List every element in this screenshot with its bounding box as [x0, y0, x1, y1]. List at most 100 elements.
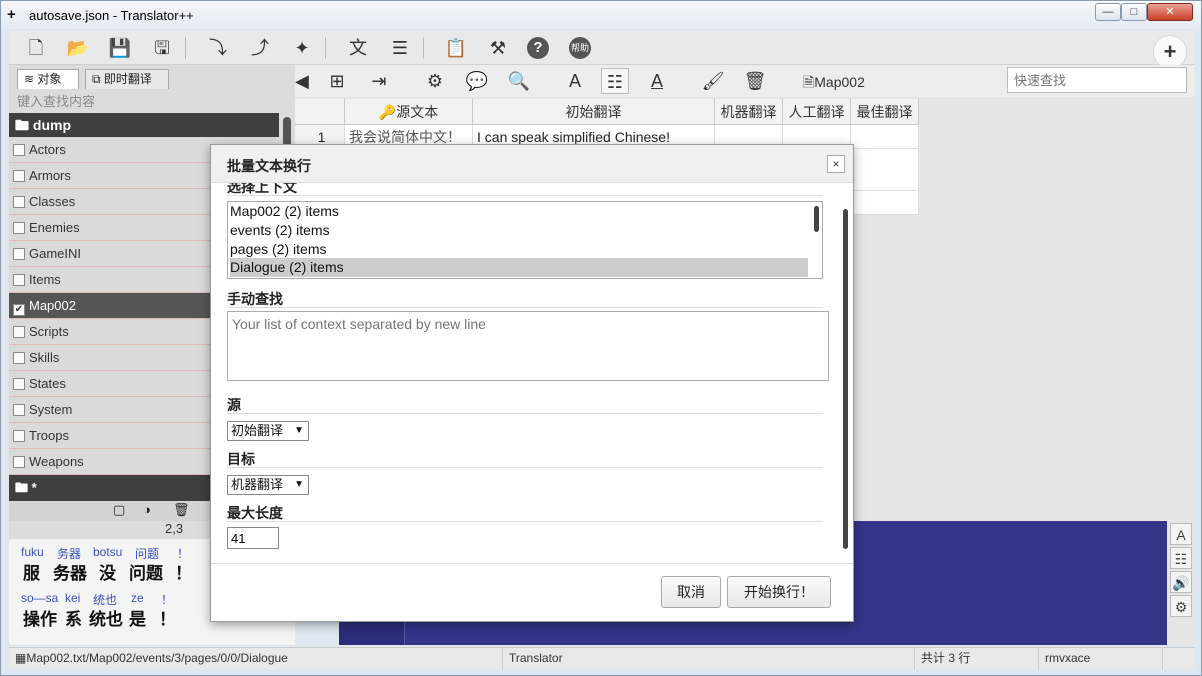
tree-item-label: Armors [29, 168, 71, 183]
checkbox[interactable] [13, 378, 25, 390]
help-icon[interactable]: ? [527, 37, 549, 59]
open-folder-icon[interactable]: 📂 [65, 35, 91, 61]
folder-dump[interactable]: 🖿 dump [9, 113, 279, 137]
checkbox[interactable] [13, 144, 25, 156]
grid-header-best[interactable]: 最佳翻译 [851, 99, 919, 125]
target-select[interactable]: 机器翻译 ▼ [227, 475, 309, 495]
translate-icon[interactable]: 文 [345, 35, 371, 61]
checkbox-checked[interactable]: ✔ [13, 304, 25, 316]
context-option[interactable]: pages (2) items [230, 240, 808, 259]
new-file-icon[interactable]: 🗋 [23, 35, 49, 61]
grid-header-initial[interactable]: 初始翻译 [473, 99, 715, 125]
checkbox[interactable] [13, 274, 25, 286]
main-toolbar: 🗋 📂 💾 🖫 ⤵ ⤴ ✦ 文 ☰ 📋 ⚒ ? 帮助 [9, 31, 1195, 65]
export-icon[interactable]: ⤴ [247, 35, 273, 61]
batch-wrap-dialog: 批量文本换行 × 选择上下文 Map002 (2) items events (… [210, 144, 854, 622]
object-list-scrollbar[interactable] [283, 117, 291, 147]
gear-icon[interactable]: ⚙ [1170, 595, 1192, 617]
reading: botsu [93, 545, 123, 559]
dialog-close-button[interactable]: × [827, 155, 845, 173]
context-option-selected[interactable]: Dialogue (2) items [230, 258, 808, 277]
collapse-arrow-icon[interactable]: ◀ [295, 68, 309, 94]
maximize-button[interactable]: □ [1121, 3, 1147, 21]
enter-icon[interactable]: ⇥ [365, 68, 393, 94]
tab-objects[interactable]: ≋ 对象 [17, 69, 79, 89]
tree-item-label: Items [29, 272, 61, 287]
quick-search-input[interactable] [1007, 67, 1187, 93]
add-project-icon[interactable]: + [1153, 35, 1187, 69]
start-wrap-button[interactable]: 开始换行！ [727, 576, 831, 608]
wrap-text-icon[interactable]: ☷ [601, 68, 629, 94]
checkbox[interactable] [13, 196, 25, 208]
cell-best[interactable] [851, 125, 919, 149]
word: ！ [175, 564, 192, 583]
app-window: + autosave.json - Translator++ — □ ✕ 🗋 📂… [0, 0, 1202, 676]
checkbox[interactable] [13, 170, 25, 182]
checkbox[interactable] [13, 404, 25, 416]
divider [227, 521, 823, 522]
trash-icon[interactable]: 🗑 [173, 502, 190, 518]
checkbox[interactable] [13, 248, 25, 260]
checkbox[interactable] [13, 222, 25, 234]
context-list-scrollbar[interactable] [814, 206, 819, 232]
checkbox[interactable] [13, 430, 25, 442]
grid-header-source[interactable]: 🔑源文本 [345, 99, 473, 125]
manual-find-input[interactable] [227, 311, 829, 381]
cell-best[interactable] [851, 191, 919, 215]
brush-icon[interactable]: 🖌 [699, 68, 727, 94]
layers-icon: ≋ [24, 72, 38, 86]
wand-icon[interactable]: ✦ [289, 35, 315, 61]
minimize-button[interactable]: — [1095, 3, 1121, 21]
key-icon: 🔑 [378, 104, 397, 120]
status-engine: rmvxace [1039, 648, 1163, 670]
checkbox[interactable] [13, 352, 25, 364]
cancel-button[interactable]: 取消 [661, 576, 721, 608]
close-window-button[interactable]: ✕ [1147, 3, 1193, 21]
manual-find-label: 手动查找 [227, 291, 283, 307]
editor-toolbar: ◀ ⊞ ⇥ ⚙ 💬 🔍 A ☷ A 🖌 🗑 🗎Map002 [295, 65, 1195, 97]
comment-icon[interactable]: 💬 [463, 68, 491, 94]
dialog-scrollbar[interactable] [843, 209, 848, 549]
status-app: Translator [503, 648, 915, 670]
wrap-text-icon[interactable]: ☷ [1170, 547, 1192, 569]
add-row-icon[interactable]: ⊞ [323, 68, 351, 94]
import-icon[interactable]: ⤵ [205, 35, 231, 61]
trash-icon[interactable]: 🗑 [741, 68, 769, 94]
dialog-body: 选择上下文 Map002 (2) items events (2) items … [211, 183, 853, 563]
word: 没 [99, 564, 116, 583]
context-listbox[interactable]: Map002 (2) items events (2) items pages … [227, 201, 823, 279]
tab-instant-label: 即时翻译 [103, 72, 152, 86]
font-size-icon[interactable]: A [1170, 523, 1192, 545]
list-icon[interactable]: ☰ [387, 35, 413, 61]
dialog-title: 批量文本换行 [227, 158, 311, 174]
reading: so—sa [21, 591, 59, 605]
select-none-icon[interactable]: ▢ [113, 502, 125, 518]
gear-icon[interactable]: ⚙ [421, 68, 449, 94]
tab-instant-translate[interactable]: ⧉ 即时翻译 [85, 69, 169, 89]
grid-header-machine[interactable]: 机器翻译 [715, 99, 783, 125]
text-color-icon[interactable]: A [643, 68, 671, 94]
tree-item-label: System [29, 402, 73, 417]
speaker-icon[interactable]: 🔊 [1170, 571, 1192, 593]
font-size-icon[interactable]: A [561, 68, 589, 94]
max-length-input[interactable] [227, 527, 279, 549]
source-select[interactable]: 初始翻译 ▼ [227, 421, 309, 441]
tools-icon[interactable]: ⚒ [485, 35, 511, 61]
divider [227, 307, 823, 308]
cell-best[interactable] [851, 149, 919, 191]
clipboard-icon[interactable]: 📋 [443, 35, 469, 61]
context-option[interactable]: events (2) items [230, 221, 808, 240]
grid-header-manual[interactable]: 人工翻译 [783, 99, 851, 125]
tree-item-label: Scripts [29, 324, 69, 339]
word: 服 [23, 564, 40, 583]
save-as-icon[interactable]: 🖫 [149, 35, 175, 61]
toolbar-divider [185, 37, 186, 59]
search-icon[interactable]: 🔍 [505, 68, 533, 94]
context-option[interactable]: Map002 (2) items [230, 202, 808, 221]
invert-selection-icon[interactable]: ◑ [143, 502, 151, 517]
checkbox[interactable] [13, 326, 25, 338]
save-icon[interactable]: 💾 [107, 35, 133, 61]
help-badge-icon[interactable]: 帮助 [569, 37, 591, 59]
checkbox[interactable] [13, 456, 25, 468]
object-search-input[interactable]: 键入查找内容 [17, 91, 95, 110]
